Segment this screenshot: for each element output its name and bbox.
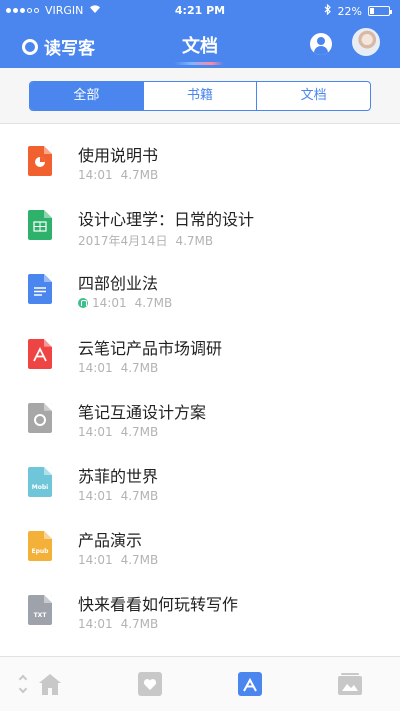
segment-books[interactable]: 书籍 bbox=[142, 82, 257, 110]
file-type-label: Mobi bbox=[31, 484, 49, 491]
document-date: 14:01 bbox=[78, 360, 113, 375]
title-indicator bbox=[174, 62, 224, 65]
list-item[interactable]: 使用说明书 14:01 4.7MB bbox=[0, 124, 400, 188]
list-item[interactable]: Epub 产品演示 14:01 4.7MB bbox=[0, 509, 400, 573]
tab-bar bbox=[0, 656, 400, 711]
doc-file-icon bbox=[28, 274, 52, 305]
home-icon bbox=[39, 674, 61, 695]
tab-documents[interactable] bbox=[237, 671, 263, 697]
list-item[interactable]: 笔记互通设计方案 14:01 4.7MB bbox=[0, 381, 400, 445]
segmented-control: 全部 书籍 文档 bbox=[29, 81, 371, 111]
tab-gallery[interactable] bbox=[337, 671, 363, 697]
top-bar: VIRGIN 4:21 PM 22% 读写客 文档 bbox=[0, 0, 400, 68]
document-date: 14:01 bbox=[78, 168, 113, 182]
document-meta: 14:01 4.7MB bbox=[78, 553, 158, 567]
list-item[interactable]: TXT 快来看看如何玩转写作 14:01 4.7MB bbox=[0, 573, 400, 637]
list-item[interactable]: 设计心理学：日常的设计 2017年4月14日 4.7MB bbox=[0, 188, 400, 252]
document-title: 四部创业法 bbox=[78, 274, 159, 294]
pdf-document-icon bbox=[238, 672, 262, 696]
favorites-icon bbox=[138, 672, 162, 696]
document-title: 苏菲的世界 bbox=[78, 467, 159, 486]
segment-documents[interactable]: 文档 bbox=[256, 82, 370, 110]
status-bar: VIRGIN 4:21 PM 22% bbox=[0, 0, 400, 22]
file-type-label: Epub bbox=[31, 548, 49, 556]
list-item[interactable]: Mobi 苏菲的世界 14:01 4.7MB bbox=[0, 445, 400, 509]
document-date: 14:01 bbox=[78, 424, 113, 439]
document-date: 14:01 bbox=[78, 617, 113, 632]
txt-file-icon: TXT bbox=[28, 595, 52, 626]
avatar[interactable] bbox=[352, 28, 380, 56]
document-meta: 14:01 4.7MB bbox=[78, 617, 158, 631]
document-size: 4.7MB bbox=[120, 553, 159, 568]
document-meta: 14:01 4.7MB bbox=[78, 425, 158, 439]
document-date: 14:01 bbox=[92, 296, 127, 311]
list-item[interactable]: 四部创业法 14:01 4.7MB bbox=[0, 252, 400, 316]
document-title: 笔记互通设计方案 bbox=[78, 402, 207, 422]
document-title: 产品演示 bbox=[78, 531, 143, 551]
document-meta: 14:01 4.7MB bbox=[78, 489, 158, 503]
file-type-label: TXT bbox=[33, 612, 47, 620]
document-title: 使用说明书 bbox=[78, 146, 159, 165]
document-size: 4.7MB bbox=[120, 424, 159, 439]
segment-all[interactable]: 全部 bbox=[30, 82, 143, 110]
sheet-file-icon bbox=[28, 210, 52, 241]
document-meta: 14:01 4.7MB bbox=[78, 361, 158, 375]
battery-percent: 22% bbox=[337, 4, 362, 18]
document-size: 4.7MB bbox=[120, 360, 159, 375]
user-profile-icon[interactable] bbox=[310, 33, 332, 55]
epub-file-icon: Epub bbox=[28, 531, 52, 562]
battery-icon bbox=[368, 6, 392, 16]
document-size: 4.7MB bbox=[120, 489, 159, 503]
tab-favorites[interactable] bbox=[137, 671, 163, 697]
document-meta: 2017年4月14日 4.7MB bbox=[78, 232, 213, 249]
document-size: 4.7MB bbox=[134, 296, 173, 311]
gallery-icon bbox=[338, 673, 362, 695]
document-date: 2017年4月14日 bbox=[78, 234, 168, 249]
navigation-bar: 读写客 文档 bbox=[0, 26, 400, 65]
ppt-file-icon bbox=[28, 146, 52, 176]
document-title: 云笔记产品市场调研 bbox=[78, 338, 223, 358]
document-meta: 14:01 4.7MB bbox=[78, 168, 158, 182]
note-file-icon bbox=[28, 402, 52, 433]
document-size: 4.7MB bbox=[120, 617, 159, 632]
tab-home[interactable] bbox=[37, 671, 63, 697]
document-title: 快来看看如何玩转写作 bbox=[78, 595, 239, 615]
document-title: 设计心理学：日常的设计 bbox=[78, 210, 255, 230]
scroll-handle-icon[interactable] bbox=[18, 674, 28, 695]
document-size: 4.7MB bbox=[175, 233, 214, 248]
document-date: 14:01 bbox=[78, 489, 113, 503]
document-size: 4.7MB bbox=[120, 168, 159, 182]
filter-bar: 全部 书籍 文档 bbox=[0, 68, 400, 124]
mobi-file-icon: Mobi bbox=[28, 467, 52, 497]
sync-status-icon bbox=[78, 298, 88, 309]
bluetooth-icon bbox=[324, 3, 332, 18]
list-item[interactable]: 云笔记产品市场调研 14:01 4.7MB bbox=[0, 317, 400, 381]
pdf-file-icon bbox=[28, 338, 52, 369]
document-date: 14:01 bbox=[78, 553, 113, 568]
page-title: 文档 bbox=[182, 36, 218, 57]
document-meta: 14:01 4.7MB bbox=[78, 296, 172, 310]
